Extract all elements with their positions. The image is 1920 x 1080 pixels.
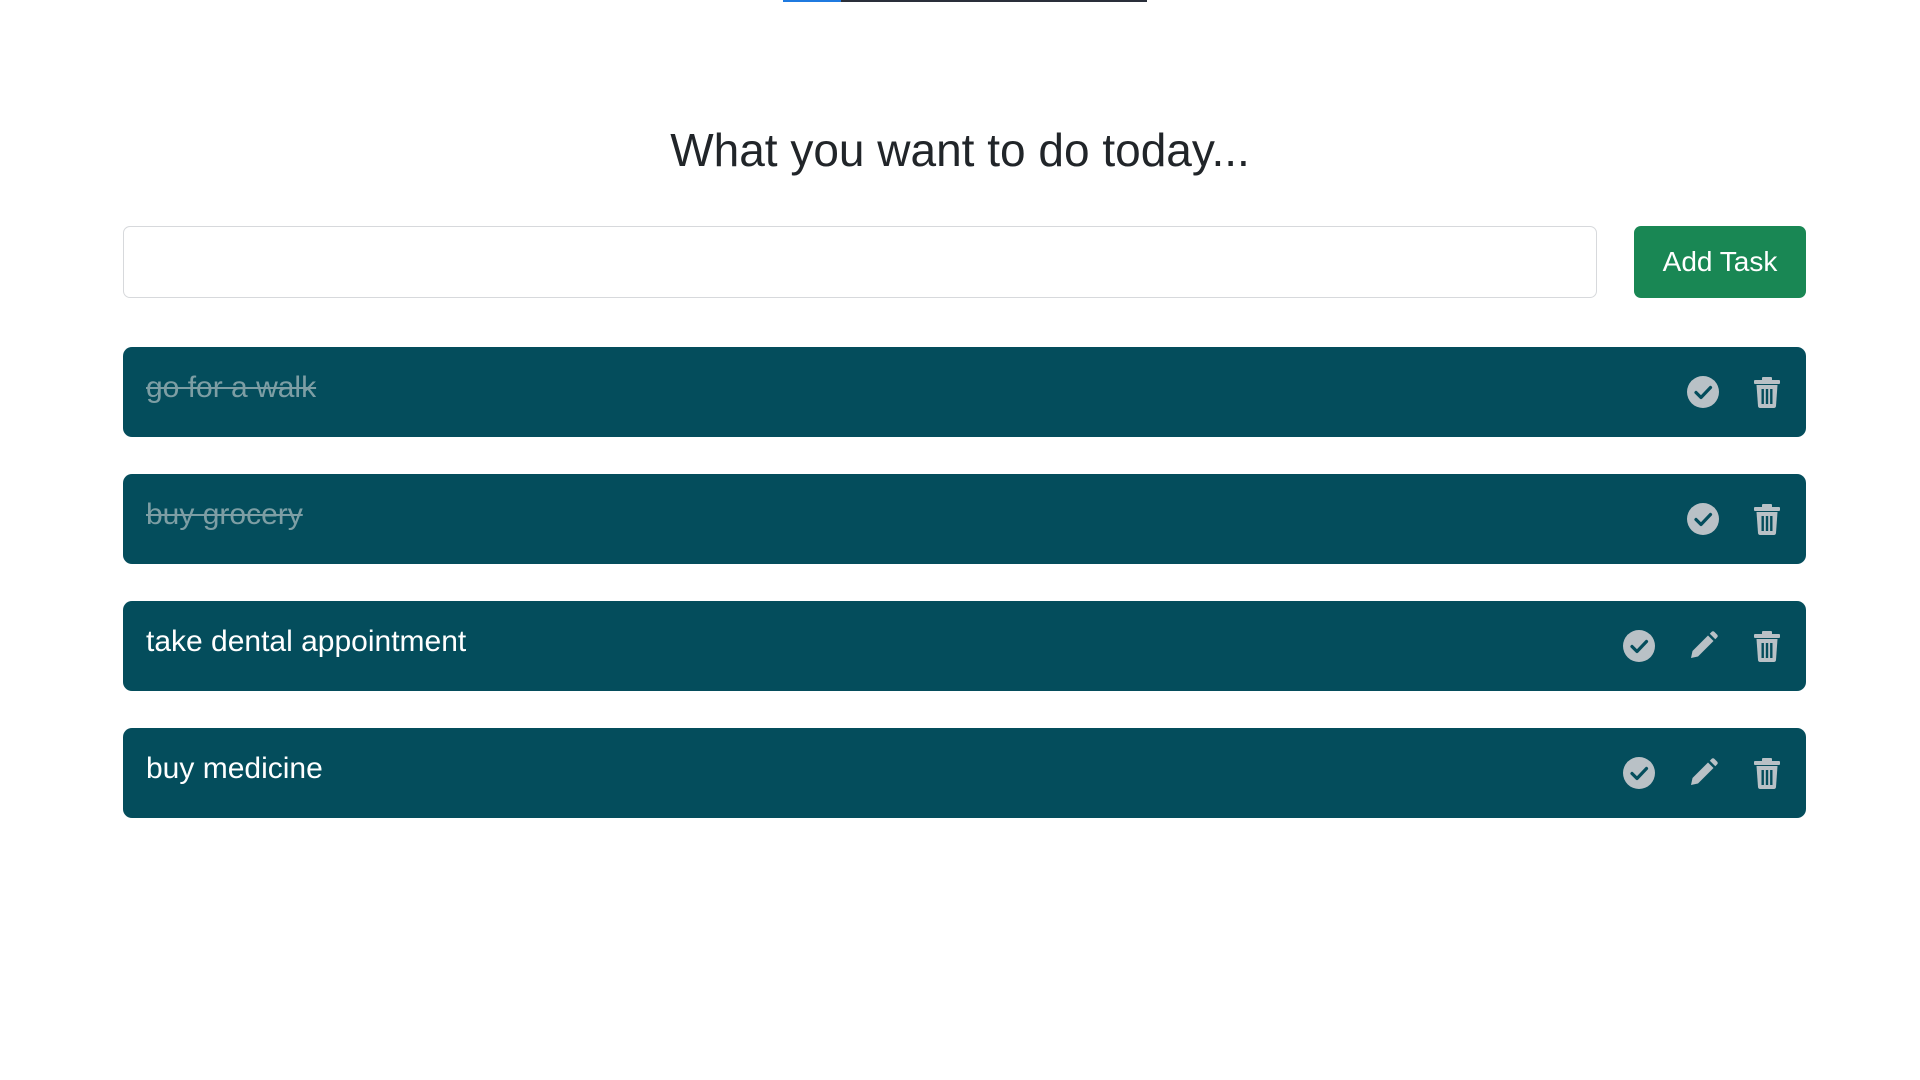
task-item: buy grocery bbox=[123, 474, 1806, 564]
progress-bar-fill bbox=[783, 0, 842, 2]
add-task-button[interactable]: Add Task bbox=[1634, 226, 1806, 298]
trash-icon[interactable] bbox=[1750, 502, 1784, 536]
task-actions bbox=[1622, 629, 1784, 663]
task-text: buy medicine bbox=[146, 752, 323, 785]
trash-icon[interactable] bbox=[1750, 375, 1784, 409]
task-item: buy medicine bbox=[123, 728, 1806, 818]
task-item: take dental appointment bbox=[123, 601, 1806, 691]
task-list: go for a walk buy grocery take dental ap… bbox=[123, 347, 1806, 855]
pencil-icon[interactable] bbox=[1686, 756, 1720, 790]
task-text: buy grocery bbox=[146, 498, 303, 531]
pencil-icon[interactable] bbox=[1686, 629, 1720, 663]
progress-bar bbox=[783, 0, 1147, 2]
check-circle-icon[interactable] bbox=[1622, 756, 1656, 790]
trash-icon[interactable] bbox=[1750, 629, 1784, 663]
task-actions bbox=[1686, 375, 1784, 409]
trash-icon[interactable] bbox=[1750, 756, 1784, 790]
task-text: take dental appointment bbox=[146, 625, 467, 658]
task-actions bbox=[1622, 756, 1784, 790]
task-item: go for a walk bbox=[123, 347, 1806, 437]
task-actions bbox=[1686, 502, 1784, 536]
page-title: What you want to do today... bbox=[670, 124, 1250, 176]
check-circle-icon[interactable] bbox=[1622, 629, 1656, 663]
check-circle-icon[interactable] bbox=[1686, 502, 1720, 536]
task-input[interactable] bbox=[123, 226, 1597, 298]
check-circle-icon[interactable] bbox=[1686, 375, 1720, 409]
task-text: go for a walk bbox=[146, 371, 317, 404]
